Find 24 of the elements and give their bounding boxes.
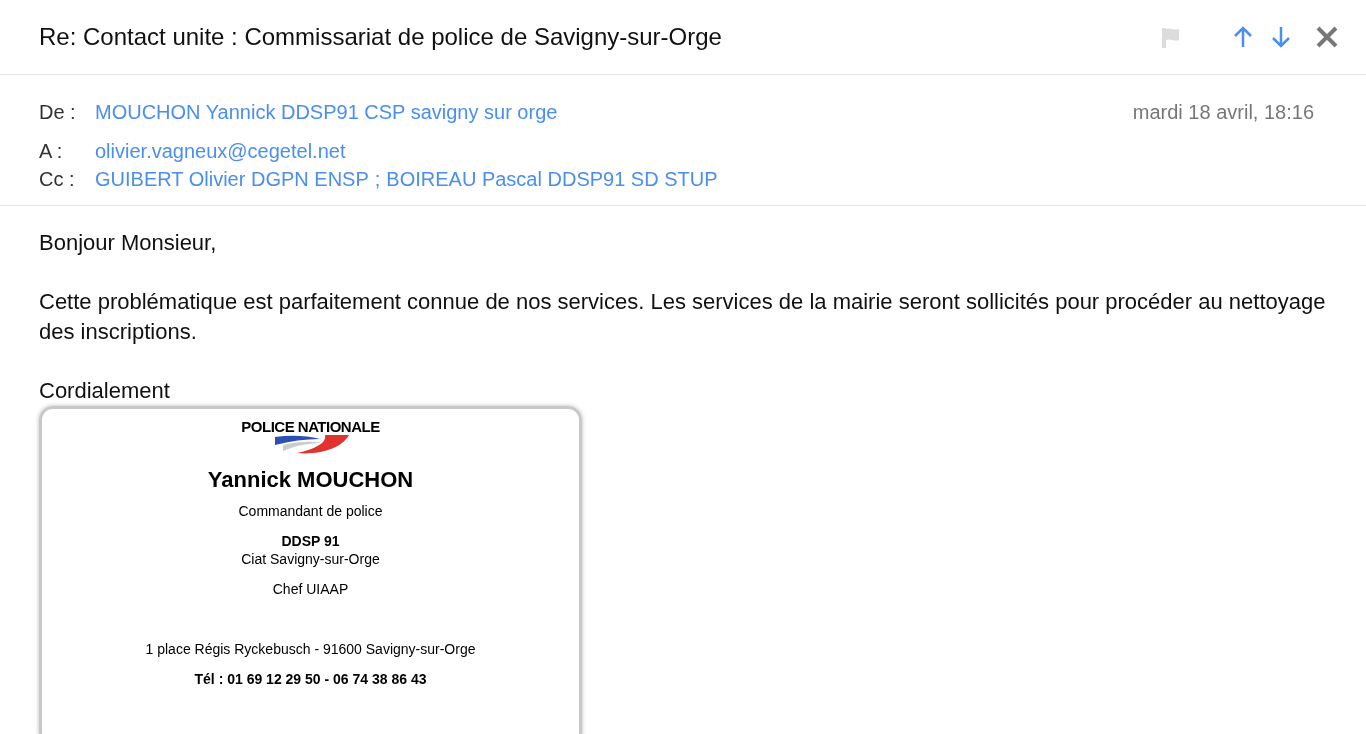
signature-phone: Tél : 01 69 12 29 50 - 06 74 38 86 43 (194, 670, 427, 688)
body-paragraph: Cordialement (39, 377, 171, 405)
logo-text: POLICE NATIONALE (241, 419, 380, 435)
signature-role: Chef UIAAP (272, 580, 349, 598)
signature-name: Yannick MOUCHON (207, 467, 414, 493)
field-label: Cc : (39, 167, 76, 192)
recipient-link[interactable]: BOIREAU Pascal DDSP91 SD STUP (386, 165, 718, 193)
close-icon[interactable] (1316, 26, 1338, 48)
arrow-up-icon[interactable] (1232, 25, 1254, 49)
signature-title: Commandant de police (238, 502, 383, 520)
recipient-link[interactable]: olivier.vagneux@cegetel.net (95, 137, 346, 165)
field-label: A : (39, 139, 64, 164)
recipient-link[interactable]: MOUCHON Yannick DDSP91 CSP savigny sur orge (95, 97, 558, 127)
email-subject: Re: Contact unite : Commissariat de police de Savigny-sur-Orge (39, 22, 723, 52)
separator: ; (374, 167, 381, 192)
field-label: De : (39, 100, 77, 125)
email-date: mardi 18 avril, 18:16 (1132, 100, 1314, 125)
body-paragraph: Bonjour Monsieur, (39, 229, 218, 257)
body-paragraph: Cette problématique est parfaitement connue de nos services. Les services de la mairie seront sollicités pour procéder au nettoyage des inscriptions. (39, 288, 1327, 346)
signature-address: 1 place Régis Ryckebusch - 91600 Savigny-sur-Orge (145, 640, 476, 658)
arrow-down-icon[interactable] (1270, 25, 1292, 49)
signature-unit: DDSP 91 (281, 532, 340, 550)
recipient-link[interactable]: GUIBERT Olivier DGPN ENSP (95, 165, 369, 193)
signature-office: Ciat Savigny-sur-Orge (241, 550, 380, 568)
